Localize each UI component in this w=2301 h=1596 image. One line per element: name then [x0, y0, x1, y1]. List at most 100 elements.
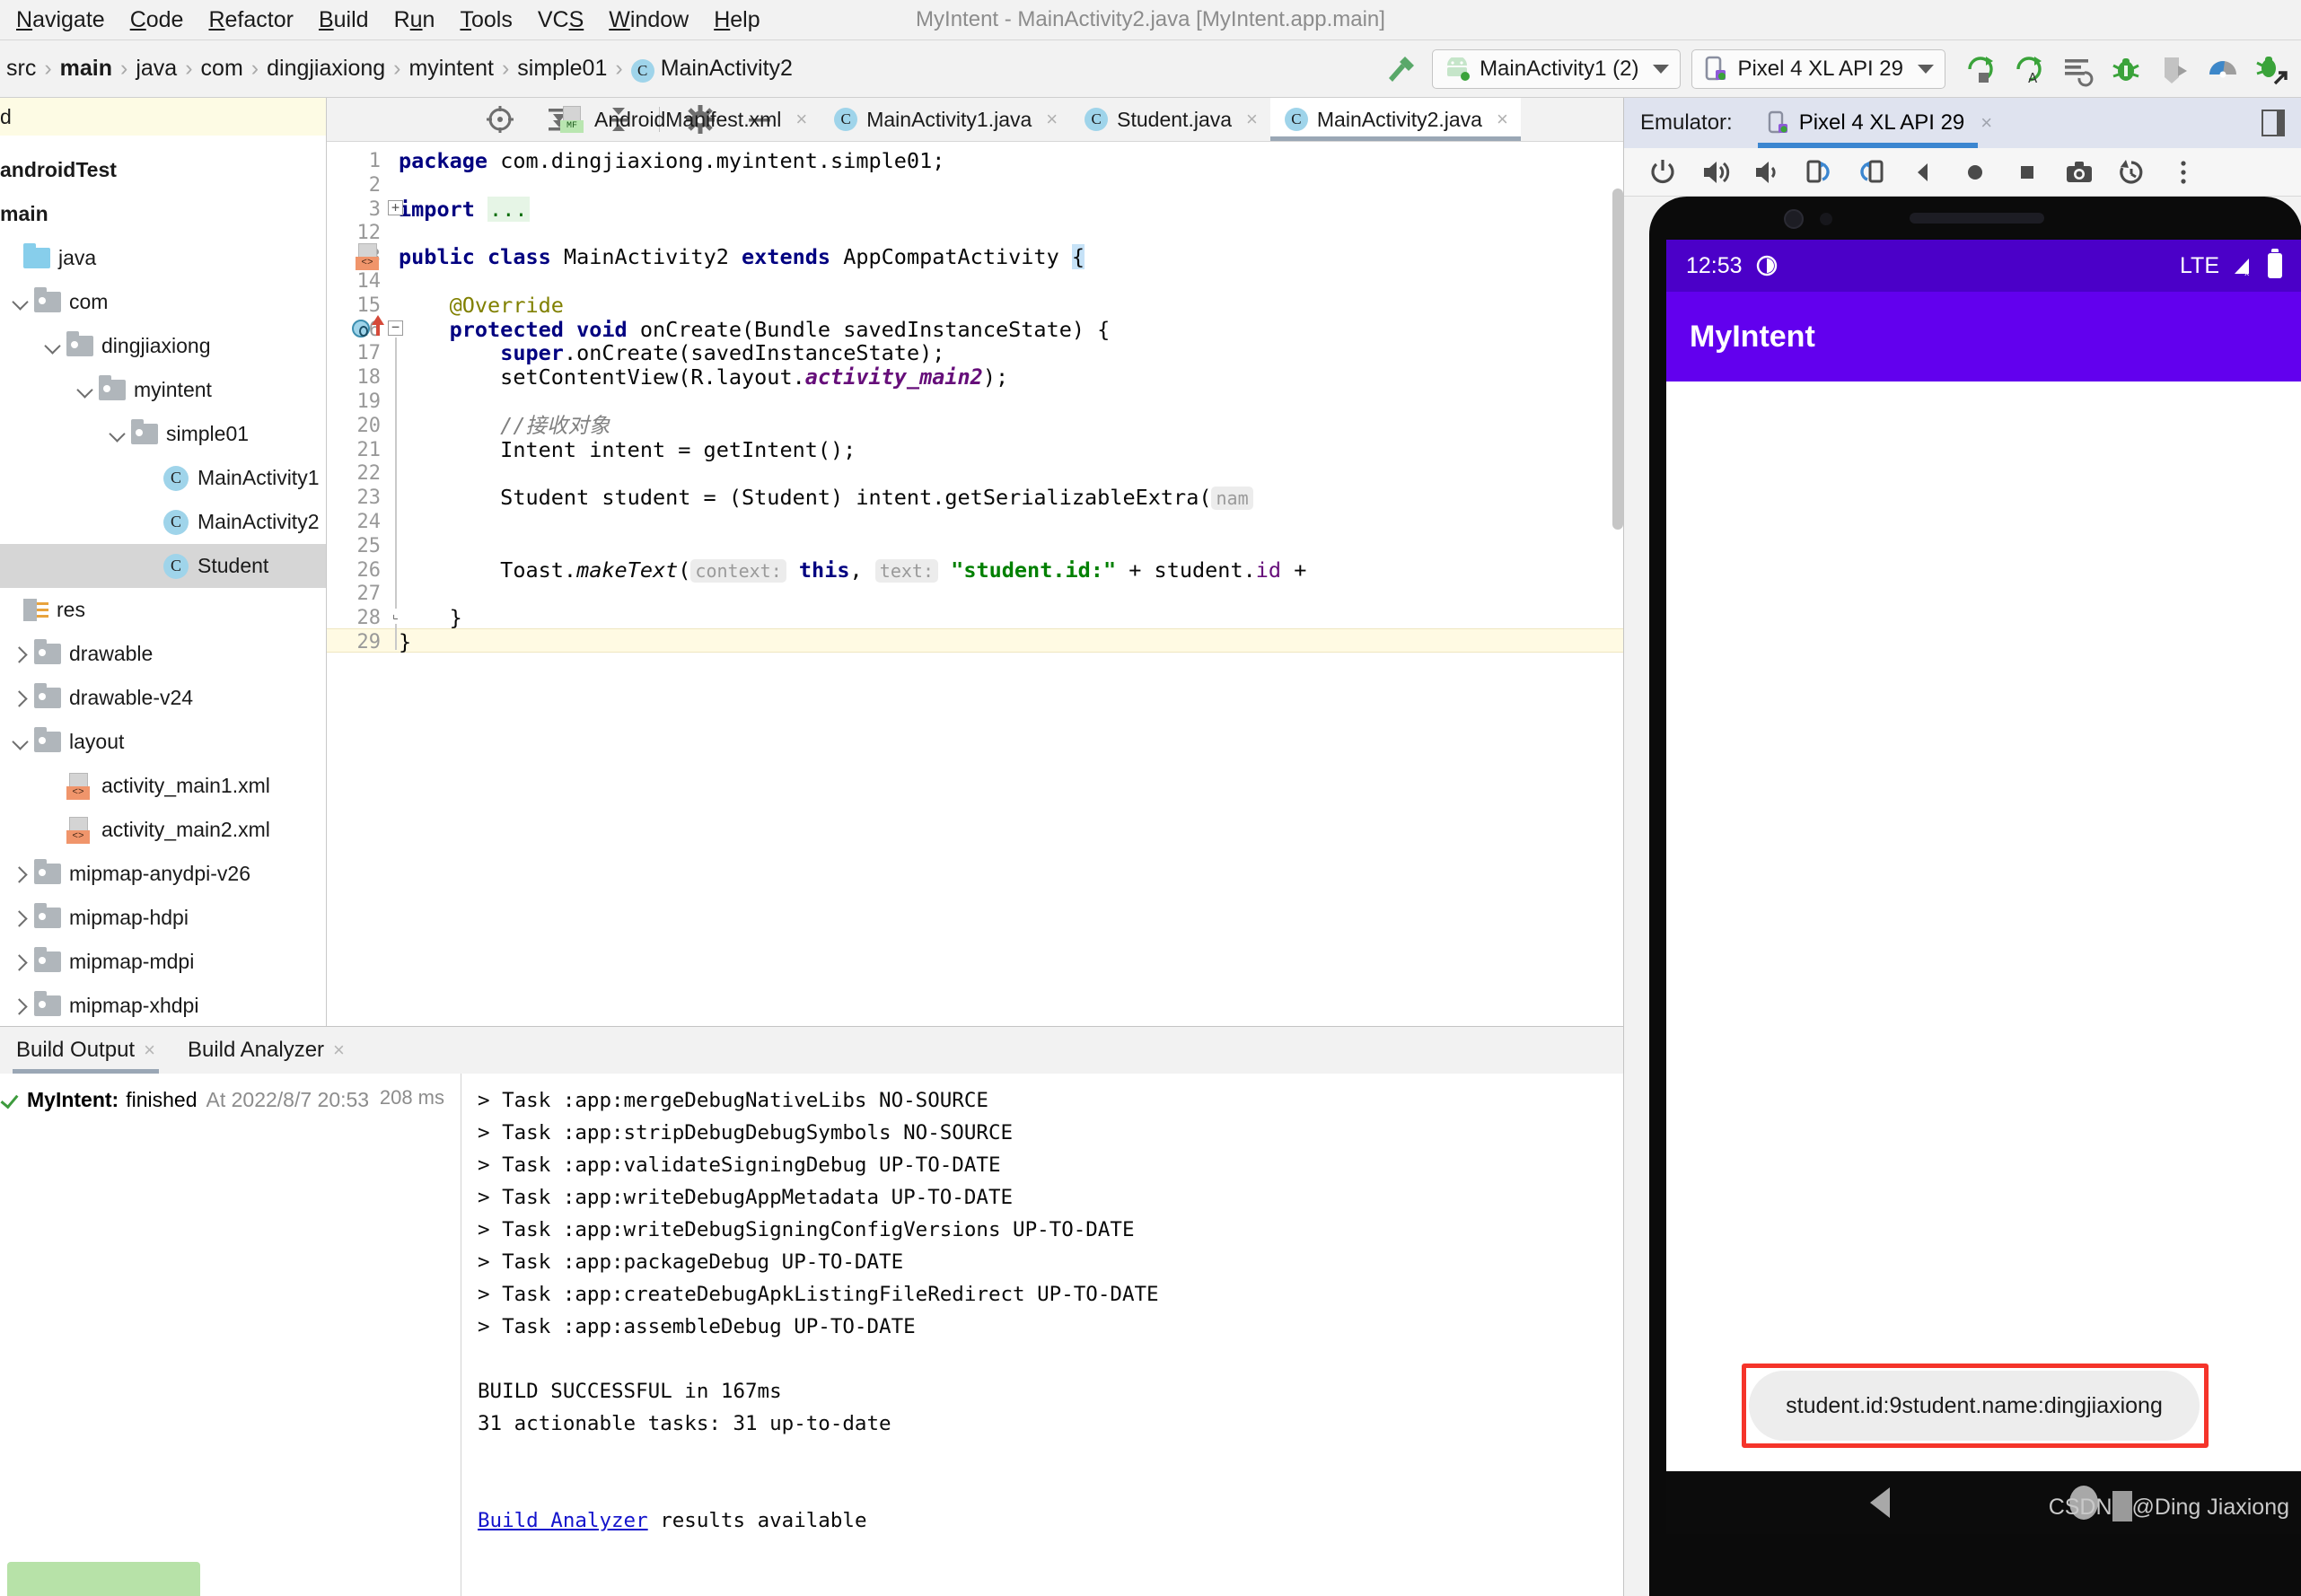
chevron-right-icon[interactable]: [11, 951, 32, 973]
code-editor[interactable]: 1 package com.dingjiaxiong.myintent.simpl…: [327, 141, 1623, 1026]
home-icon[interactable]: [1957, 154, 1993, 190]
code-line[interactable]: [399, 510, 1623, 534]
code-line[interactable]: Intent intent = getIntent();: [399, 437, 1623, 462]
hammer-build-icon[interactable]: [1378, 51, 1419, 87]
chevron-right-icon[interactable]: [11, 908, 32, 929]
tree-node-mainactivity1[interactable]: C MainActivity1: [0, 456, 326, 500]
tree-node-drawable-v24[interactable]: drawable-v24: [0, 676, 326, 720]
emulator-toolbar[interactable]: [1624, 148, 2301, 197]
menu-item-refactor[interactable]: Refactor: [196, 5, 306, 35]
code-line[interactable]: [399, 461, 1623, 486]
rotate-left-icon[interactable]: [1801, 154, 1837, 190]
close-icon[interactable]: ×: [1046, 108, 1058, 131]
code-line[interactable]: import ...: [399, 196, 1623, 222]
more-options-icon[interactable]: [2165, 154, 2201, 190]
device-screen[interactable]: 12:53 LTE x MyIntent student.id:9student…: [1666, 240, 2301, 1534]
chevron-down-icon[interactable]: [1918, 65, 1934, 74]
editor-tab-bar[interactable]: MF AndroidManifest.xml × C MainActivity1.jav…: [546, 98, 1623, 141]
power-icon[interactable]: [1645, 154, 1681, 190]
chevron-down-icon[interactable]: [108, 424, 129, 445]
code-line[interactable]: [399, 269, 1623, 294]
chevron-right-icon[interactable]: [11, 995, 32, 1017]
chevron-right-icon[interactable]: [11, 644, 32, 665]
tree-node-java[interactable]: java: [0, 236, 326, 280]
tree-node-androidtest[interactable]: androidTest: [0, 148, 326, 192]
menu-item-navigate[interactable]: Navigate: [4, 5, 118, 35]
breadcrumb-item-java[interactable]: java: [129, 56, 183, 82]
run-configuration-selector[interactable]: MainActivity1 (2): [1432, 49, 1682, 89]
code-line[interactable]: [399, 221, 1623, 245]
build-output-panel[interactable]: Build Output × Build Analyzer × MyIntent: f…: [0, 1026, 1623, 1596]
fold-end-icon[interactable]: ⌞: [388, 608, 403, 625]
build-tab-build-analyzer[interactable]: Build Analyzer ×: [171, 1027, 361, 1074]
menu-item-help[interactable]: Help: [701, 5, 772, 35]
menu-item-run[interactable]: Run: [382, 5, 448, 35]
locate-target-icon[interactable]: [481, 101, 519, 138]
build-tab-bar[interactable]: Build Output × Build Analyzer ×: [0, 1027, 1623, 1074]
tree-node-simple01[interactable]: simple01: [0, 412, 326, 456]
profiler-icon[interactable]: [2203, 49, 2243, 89]
tree-node-activity-main2-xml[interactable]: <> activity_main2.xml: [0, 808, 326, 852]
editor-scrollbar[interactable]: [1612, 189, 1623, 530]
device-selector[interactable]: Pixel 4 XL API 29: [1691, 49, 1945, 89]
code-line[interactable]: [399, 534, 1623, 558]
tree-node-mipmap-anydpi-v26[interactable]: mipmap-anydpi-v26: [0, 852, 326, 896]
chevron-right-icon[interactable]: [11, 864, 32, 885]
code-line[interactable]: //接收对象: [399, 413, 1623, 438]
tree-node-myintent[interactable]: myintent: [0, 368, 326, 412]
attach-debugger-icon[interactable]: [2252, 49, 2291, 89]
breadcrumb-item-dingjiaxiong[interactable]: dingjiaxiong: [260, 56, 391, 82]
project-tree-panel[interactable]: d androidTest main java com dingjiaxiong myin…: [0, 98, 327, 1026]
breadcrumb-item-class[interactable]: C MainActivity2: [625, 56, 799, 83]
tree-node-mipmap-mdpi[interactable]: mipmap-mdpi: [0, 940, 326, 984]
tree-node-mainactivity2[interactable]: C MainActivity2: [0, 500, 326, 544]
code-content[interactable]: 1 package com.dingjiaxiong.myintent.simpl…: [327, 142, 1623, 1026]
volume-up-icon[interactable]: [1697, 154, 1733, 190]
editor-tab-mainactivity2-java[interactable]: C MainActivity2.java ×: [1269, 98, 1521, 141]
rerun-icon[interactable]: [1961, 49, 2000, 89]
menu-item-build[interactable]: Build: [306, 5, 382, 35]
emulator-panel[interactable]: Emulator: Pixel 4 XL API 29 × 12:53 LTE …: [1623, 98, 2301, 1596]
code-line[interactable]: }: [399, 630, 1623, 654]
chevron-down-icon[interactable]: [11, 292, 32, 313]
code-line[interactable]: [399, 390, 1623, 414]
fold-collapse-icon[interactable]: −: [388, 320, 403, 336]
editor-tab-androidmanifest-xml[interactable]: MF AndroidManifest.xml ×: [546, 98, 820, 141]
chevron-down-icon[interactable]: [1653, 65, 1670, 74]
emulator-device-tab[interactable]: Pixel 4 XL API 29 ×: [1757, 98, 2001, 148]
menu-item-tools[interactable]: Tools: [447, 5, 524, 35]
close-icon[interactable]: ×: [144, 1039, 155, 1062]
editor-tab-student-java[interactable]: C Student.java ×: [1070, 98, 1270, 141]
emulator-device-view[interactable]: 12:53 LTE x MyIntent student.id:9student…: [1649, 197, 2301, 1596]
tree-node-mipmap-hdpi[interactable]: mipmap-hdpi: [0, 896, 326, 940]
tree-node-mipmap-xhdpi[interactable]: mipmap-xhdpi: [0, 984, 326, 1026]
fold-expand-icon[interactable]: +: [388, 199, 403, 215]
code-line[interactable]: Student student = (Student) intent.getSe…: [399, 486, 1623, 511]
rerun-auto-icon[interactable]: A: [2009, 49, 2049, 89]
code-line[interactable]: [399, 582, 1623, 606]
code-line[interactable]: protected void onCreate(Bundle savedInst…: [399, 317, 1623, 342]
breadcrumb-item-simple01[interactable]: simple01: [511, 56, 613, 82]
project-tree[interactable]: androidTest main java com dingjiaxiong myinte…: [0, 136, 326, 1026]
close-icon[interactable]: ×: [1497, 108, 1508, 131]
back-triangle-icon[interactable]: [1870, 1487, 1890, 1518]
breadcrumb-item-myintent[interactable]: myintent: [402, 56, 499, 82]
tree-node-drawable[interactable]: drawable: [0, 632, 326, 676]
code-line[interactable]: public class MainActivity2 extends AppCo…: [399, 244, 1623, 270]
rotate-right-icon[interactable]: [1853, 154, 1889, 190]
editor-tab-mainactivity1-java[interactable]: C MainActivity1.java ×: [820, 98, 1070, 141]
menu-item-vcs[interactable]: VCS: [525, 5, 596, 35]
back-icon[interactable]: [1905, 154, 1941, 190]
build-tab-build-output[interactable]: Build Output ×: [0, 1027, 171, 1074]
tree-node-dingjiaxiong[interactable]: dingjiaxiong: [0, 324, 326, 368]
snapshot-history-icon[interactable]: [2113, 154, 2149, 190]
run-coverage-icon[interactable]: [2155, 49, 2194, 89]
overview-icon[interactable]: [2009, 154, 2045, 190]
tree-node-res[interactable]: res: [0, 588, 326, 632]
close-icon[interactable]: ×: [795, 108, 807, 131]
tree-node-com[interactable]: com: [0, 280, 326, 324]
build-task-tree[interactable]: MyIntent: finished At 2022/8/7 20:53 208…: [0, 1074, 461, 1596]
run-tool-tab-indicator[interactable]: [7, 1562, 200, 1596]
breadcrumb-item-com[interactable]: com: [195, 56, 250, 82]
code-line[interactable]: super.onCreate(savedInstanceState);: [399, 341, 1623, 365]
